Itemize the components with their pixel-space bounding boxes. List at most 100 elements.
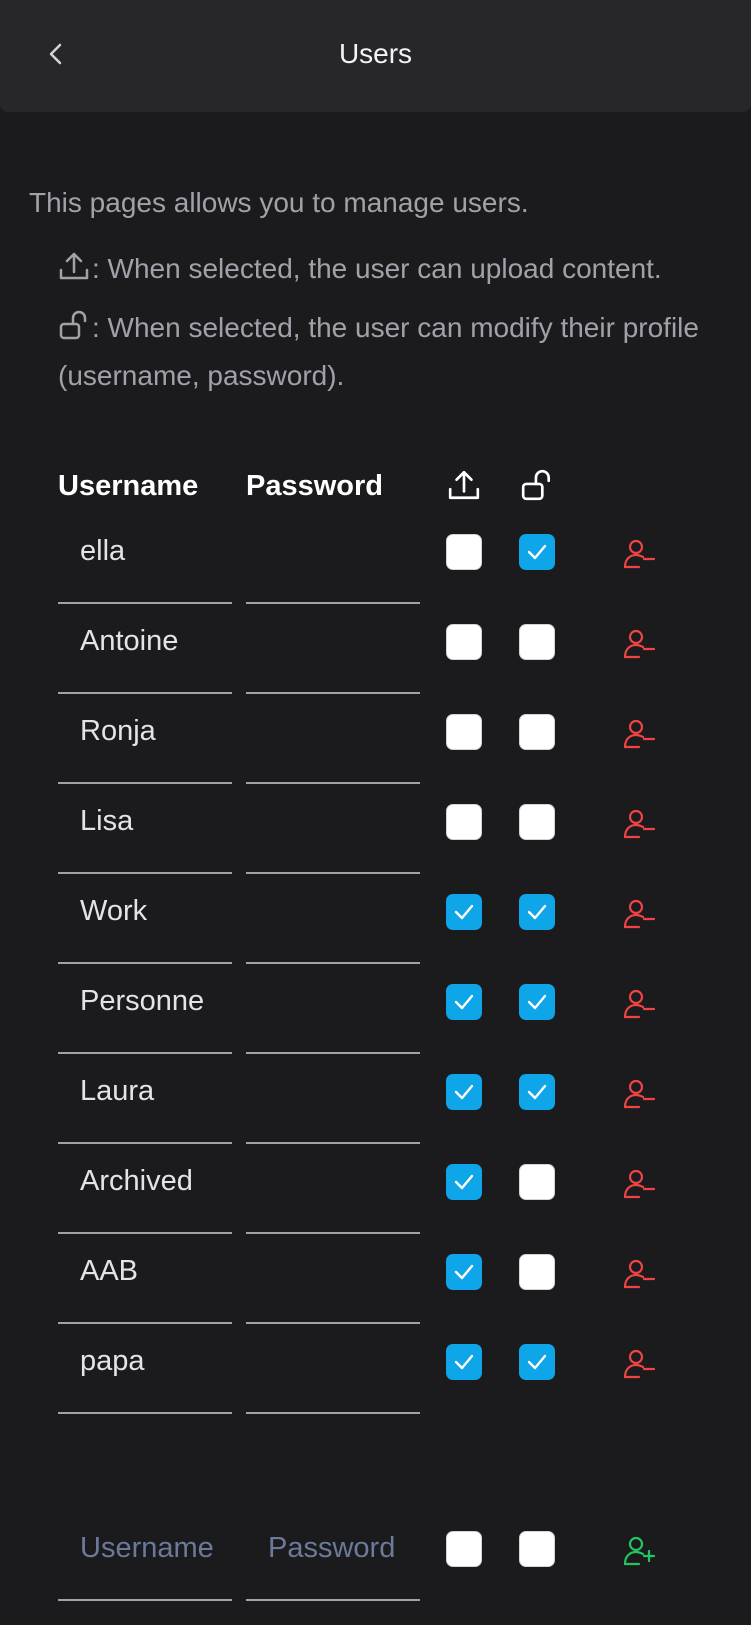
upload-legend-text: : When selected, the user can upload con…	[92, 253, 662, 284]
new-user-row: Username Password	[0, 1511, 751, 1601]
check-icon	[527, 904, 547, 920]
remove-user-button[interactable]	[622, 1256, 658, 1292]
user-row: papa	[0, 1324, 751, 1414]
username-input[interactable]: AAB	[58, 1234, 232, 1324]
user-minus-icon	[623, 809, 656, 839]
remove-user-button[interactable]	[622, 1346, 658, 1382]
user-minus-icon	[623, 629, 656, 659]
intro-text: This pages allows you to manage users.	[29, 187, 529, 218]
modify-checkbox[interactable]	[519, 1074, 555, 1110]
user-minus-icon	[623, 1169, 656, 1199]
remove-user-button[interactable]	[622, 896, 658, 932]
add-user-button[interactable]	[622, 1533, 658, 1569]
password-input[interactable]	[246, 1054, 420, 1144]
check-icon	[454, 904, 474, 920]
top-bar: Users	[0, 0, 751, 112]
remove-user-button[interactable]	[622, 1166, 658, 1202]
username-input[interactable]: Antoine	[58, 604, 232, 694]
username-input[interactable]: Personne	[58, 964, 232, 1054]
user-row: ella	[0, 514, 751, 604]
password-input[interactable]	[246, 514, 420, 604]
modify-checkbox[interactable]	[519, 1344, 555, 1380]
user-minus-icon	[623, 1079, 656, 1109]
remove-user-button[interactable]	[622, 806, 658, 842]
password-input[interactable]	[246, 694, 420, 784]
check-icon	[454, 994, 474, 1010]
unlock-icon	[520, 468, 554, 507]
upload-checkbox[interactable]	[446, 894, 482, 930]
check-icon	[454, 1264, 474, 1280]
modify-checkbox[interactable]	[519, 534, 555, 570]
password-input[interactable]	[246, 1144, 420, 1234]
username-input[interactable]: ella	[58, 514, 232, 604]
user-minus-icon	[623, 989, 656, 1019]
upload-icon	[447, 468, 481, 507]
user-row: Work	[0, 874, 751, 964]
check-icon	[454, 1174, 474, 1190]
page-title: Users	[338, 38, 413, 69]
user-row: Laura	[0, 1054, 751, 1144]
upload-checkbox[interactable]	[446, 1344, 482, 1380]
password-input[interactable]	[246, 874, 420, 964]
username-input[interactable]: papa	[58, 1324, 232, 1414]
user-row: Lisa	[0, 784, 751, 874]
remove-user-button[interactable]	[622, 626, 658, 662]
check-icon	[527, 544, 547, 560]
username-input[interactable]: Work	[58, 874, 232, 964]
password-input[interactable]	[246, 1324, 420, 1414]
upload-checkbox[interactable]	[446, 1074, 482, 1110]
remove-user-button[interactable]	[622, 536, 658, 572]
upload-icon	[58, 250, 90, 295]
upload-checkbox[interactable]	[446, 534, 482, 570]
new-username-input[interactable]: Username	[58, 1511, 232, 1601]
check-icon	[527, 1354, 547, 1370]
upload-checkbox[interactable]	[446, 984, 482, 1020]
modify-checkbox[interactable]	[519, 804, 555, 840]
modify-checkbox[interactable]	[519, 1254, 555, 1290]
modify-checkbox[interactable]	[519, 714, 555, 750]
modify-checkbox[interactable]	[519, 894, 555, 930]
user-minus-icon	[623, 1259, 656, 1289]
password-input[interactable]	[246, 784, 420, 874]
user-plus-icon	[623, 1536, 656, 1566]
user-minus-icon	[623, 719, 656, 749]
modify-checkbox[interactable]	[519, 1164, 555, 1200]
username-input[interactable]: Archived	[58, 1144, 232, 1234]
username-input[interactable]: Ronja	[58, 694, 232, 784]
user-row: AAB	[0, 1234, 751, 1324]
modify-checkbox[interactable]	[519, 624, 555, 660]
user-minus-icon	[623, 1349, 656, 1379]
check-icon	[527, 994, 547, 1010]
new-user-upload-checkbox[interactable]	[446, 1531, 482, 1567]
user-row: Archived	[0, 1144, 751, 1234]
column-header-username: Username	[58, 470, 199, 502]
check-icon	[527, 1084, 547, 1100]
username-input[interactable]: Lisa	[58, 784, 232, 874]
user-minus-icon	[623, 539, 656, 569]
username-input[interactable]: Laura	[58, 1054, 232, 1144]
modify-checkbox[interactable]	[519, 984, 555, 1020]
new-user-modify-checkbox[interactable]	[519, 1531, 555, 1567]
user-row: Ronja	[0, 694, 751, 784]
check-icon	[454, 1354, 474, 1370]
unlock-icon	[58, 309, 90, 354]
password-input[interactable]	[246, 604, 420, 694]
password-input[interactable]	[246, 1234, 420, 1324]
remove-user-button[interactable]	[622, 716, 658, 752]
lock-legend: : When selected, the user can modify the…	[58, 306, 718, 398]
upload-checkbox[interactable]	[446, 624, 482, 660]
check-icon	[454, 1084, 474, 1100]
upload-checkbox[interactable]	[446, 1164, 482, 1200]
password-input[interactable]	[246, 964, 420, 1054]
upload-checkbox[interactable]	[446, 804, 482, 840]
column-header-password: Password	[246, 470, 383, 502]
upload-checkbox[interactable]	[446, 714, 482, 750]
user-row: Personne	[0, 964, 751, 1054]
new-password-input[interactable]: Password	[246, 1511, 420, 1601]
upload-checkbox[interactable]	[446, 1254, 482, 1290]
user-minus-icon	[623, 899, 656, 929]
upload-legend: : When selected, the user can upload con…	[58, 247, 718, 295]
remove-user-button[interactable]	[622, 986, 658, 1022]
remove-user-button[interactable]	[622, 1076, 658, 1112]
user-row: Antoine	[0, 604, 751, 694]
